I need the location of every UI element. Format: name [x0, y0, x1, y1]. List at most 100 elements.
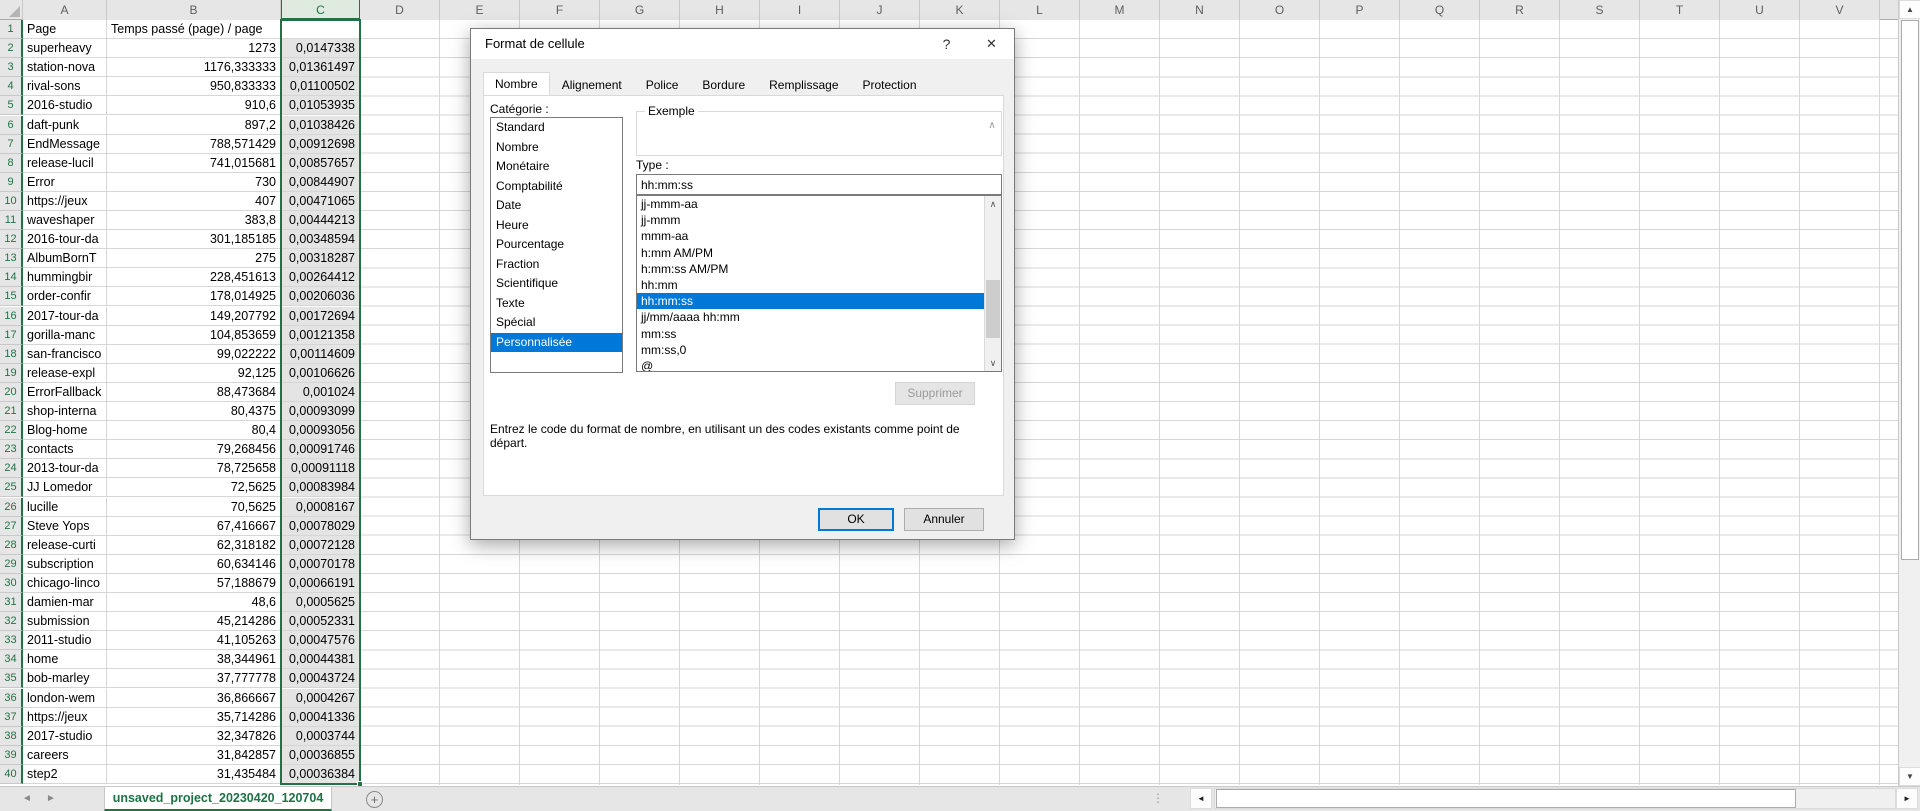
type-option-0[interactable]: jj-mmm-aa — [637, 196, 1001, 212]
column-header-F[interactable]: F — [520, 0, 600, 20]
cell-A22[interactable]: Blog-home — [23, 421, 107, 440]
cell-A25[interactable]: JJ Lomedor — [23, 478, 107, 497]
row-header-19[interactable]: 19 — [0, 364, 23, 383]
sheet-nav-left-icon[interactable]: ◄ — [22, 793, 32, 804]
cell-B32[interactable]: 45,214286 — [107, 612, 281, 631]
cell-B29[interactable]: 60,634146 — [107, 555, 281, 574]
cell-C39[interactable]: 0,00036855 — [281, 746, 360, 765]
column-header-V[interactable]: V — [1800, 0, 1880, 20]
row-header-20[interactable]: 20 — [0, 383, 23, 402]
cell-A33[interactable]: 2011-studio — [23, 631, 107, 650]
cell-B24[interactable]: 78,725658 — [107, 459, 281, 478]
cell-C9[interactable]: 0,00844907 — [281, 173, 360, 192]
column-header-J[interactable]: J — [840, 0, 920, 20]
row-header-16[interactable]: 16 — [0, 307, 23, 326]
cell-B40[interactable]: 31,435484 — [107, 765, 281, 784]
row-header-33[interactable]: 33 — [0, 631, 23, 650]
column-header-B[interactable]: B — [107, 0, 281, 20]
cell-C37[interactable]: 0,00041336 — [281, 708, 360, 727]
category-item-monétaire[interactable]: Monétaire — [491, 157, 622, 177]
cell-C40[interactable]: 0,00036384 — [281, 765, 360, 784]
category-item-standard[interactable]: Standard — [491, 118, 622, 138]
column-header-E[interactable]: E — [440, 0, 520, 20]
cell-C16[interactable]: 0,00172694 — [281, 307, 360, 326]
row-header-38[interactable]: 38 — [0, 727, 23, 746]
cell-C24[interactable]: 0,00091118 — [281, 459, 360, 478]
close-icon[interactable]: ✕ — [969, 29, 1014, 59]
help-icon[interactable]: ? — [924, 29, 969, 59]
cell-A27[interactable]: Steve Yops — [23, 517, 107, 536]
cell-B22[interactable]: 80,4 — [107, 421, 281, 440]
cell-C22[interactable]: 0,00093056 — [281, 421, 360, 440]
ok-button[interactable]: OK — [818, 508, 894, 531]
row-header-39[interactable]: 39 — [0, 746, 23, 765]
dialog-tab-bordure[interactable]: Bordure — [690, 73, 757, 95]
cell-C4[interactable]: 0,01100502 — [281, 77, 360, 96]
cell-B13[interactable]: 275 — [107, 249, 281, 268]
row-header-1[interactable]: 1 — [0, 20, 23, 39]
scroll-left-icon[interactable]: ◄ — [1190, 788, 1212, 809]
column-header-C[interactable]: C — [281, 0, 360, 20]
cell-C36[interactable]: 0,0004267 — [281, 689, 360, 708]
cell-A18[interactable]: san-francisco — [23, 345, 107, 364]
dialog-tab-police[interactable]: Police — [634, 73, 691, 95]
cell-B5[interactable]: 910,6 — [107, 96, 281, 115]
column-header-H[interactable]: H — [680, 0, 760, 20]
dialog-tab-nombre[interactable]: Nombre — [483, 72, 550, 96]
cell-C26[interactable]: 0,0008167 — [281, 498, 360, 517]
row-header-5[interactable]: 5 — [0, 96, 23, 115]
select-all-button[interactable] — [0, 0, 23, 20]
cell-A35[interactable]: bob-marley — [23, 669, 107, 688]
category-item-pourcentage[interactable]: Pourcentage — [491, 235, 622, 255]
type-input[interactable] — [636, 174, 1002, 195]
category-item-heure[interactable]: Heure — [491, 216, 622, 236]
cell-B7[interactable]: 788,571429 — [107, 135, 281, 154]
cell-A7[interactable]: EndMessage — [23, 135, 107, 154]
row-header-22[interactable]: 22 — [0, 421, 23, 440]
cell-B27[interactable]: 67,416667 — [107, 517, 281, 536]
cell-A9[interactable]: Error — [23, 173, 107, 192]
cell-C29[interactable]: 0,00070178 — [281, 555, 360, 574]
cell-C31[interactable]: 0,0005625 — [281, 593, 360, 612]
cell-C38[interactable]: 0,0003744 — [281, 727, 360, 746]
cell-A24[interactable]: 2013-tour-da — [23, 459, 107, 478]
cell-C23[interactable]: 0,00091746 — [281, 440, 360, 459]
row-header-11[interactable]: 11 — [0, 211, 23, 230]
type-listbox[interactable]: jj-mmm-aajj-mmmmmm-aah:mm AM/PMh:mm:ss A… — [636, 195, 1002, 372]
cell-A29[interactable]: subscription — [23, 555, 107, 574]
cancel-button[interactable]: Annuler — [904, 508, 984, 531]
type-scrollbar-thumb[interactable] — [986, 280, 1000, 338]
cell-B17[interactable]: 104,853659 — [107, 326, 281, 345]
cell-A12[interactable]: 2016-tour-da — [23, 230, 107, 249]
dialog-tab-alignement[interactable]: Alignement — [550, 73, 634, 95]
row-header-12[interactable]: 12 — [0, 230, 23, 249]
cell-B33[interactable]: 41,105263 — [107, 631, 281, 650]
row-header-4[interactable]: 4 — [0, 77, 23, 96]
cell-B36[interactable]: 36,866667 — [107, 689, 281, 708]
cell-B21[interactable]: 80,4375 — [107, 402, 281, 421]
delete-button[interactable]: Supprimer — [895, 382, 975, 405]
cell-A10[interactable]: https://jeux — [23, 192, 107, 211]
cell-B16[interactable]: 149,207792 — [107, 307, 281, 326]
cell-A8[interactable]: release-lucil — [23, 154, 107, 173]
splitter-dots-icon[interactable]: ⋮ — [1152, 788, 1164, 809]
scroll-up-icon[interactable]: ▲ — [1899, 0, 1920, 19]
cell-A13[interactable]: AlbumBornT — [23, 249, 107, 268]
row-header-28[interactable]: 28 — [0, 536, 23, 555]
cell-A39[interactable]: careers — [23, 746, 107, 765]
column-header-O[interactable]: O — [1240, 0, 1320, 20]
column-header-Q[interactable]: Q — [1400, 0, 1480, 20]
cell-A32[interactable]: submission — [23, 612, 107, 631]
cell-B39[interactable]: 31,842857 — [107, 746, 281, 765]
cell-C17[interactable]: 0,00121358 — [281, 326, 360, 345]
cell-A40[interactable]: step2 — [23, 765, 107, 784]
cell-C33[interactable]: 0,00047576 — [281, 631, 360, 650]
vertical-scrollbar-thumb[interactable] — [1901, 20, 1919, 560]
cell-A34[interactable]: home — [23, 650, 107, 669]
column-header-D[interactable]: D — [360, 0, 440, 20]
row-header-8[interactable]: 8 — [0, 154, 23, 173]
cell-C1[interactable] — [281, 20, 360, 39]
cell-A16[interactable]: 2017-tour-da — [23, 307, 107, 326]
category-item-nombre[interactable]: Nombre — [491, 138, 622, 158]
cell-A23[interactable]: contacts — [23, 440, 107, 459]
